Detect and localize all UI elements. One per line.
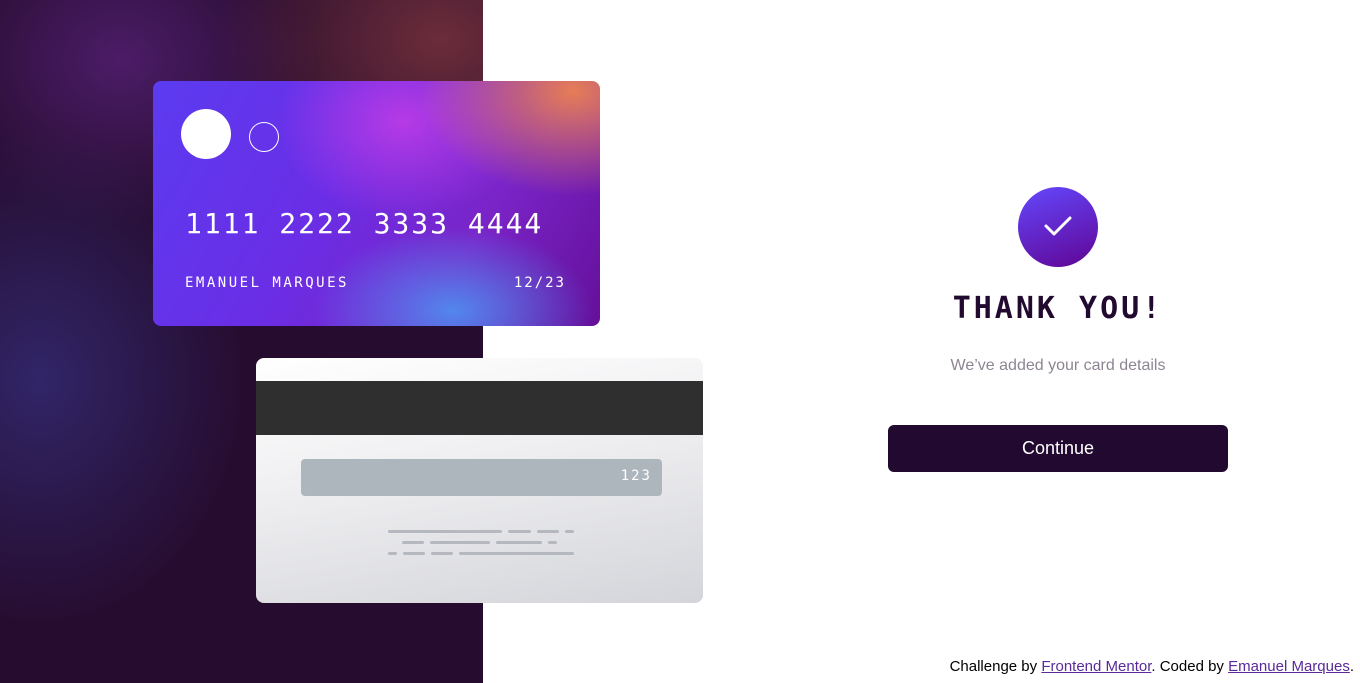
card-back-pattern	[388, 530, 578, 558]
signature-strip: 123	[301, 459, 662, 496]
card-front: 1111 2222 3333 4444 EMANUEL MARQUES 12/2…	[153, 81, 600, 326]
card-number: 1111 2222 3333 4444	[185, 207, 544, 240]
thank-you-heading: THANK YOU!	[952, 291, 1164, 326]
success-badge	[1018, 187, 1098, 267]
attribution-suffix: .	[1349, 658, 1354, 675]
card-back: 123	[256, 358, 703, 603]
card-expiry: 12/23	[513, 275, 566, 291]
continue-button[interactable]: Continue	[888, 425, 1228, 472]
card-cvc: 123	[620, 468, 652, 484]
attribution-middle: . Coded by	[1151, 658, 1229, 675]
attribution: Challenge by Frontend Mentor. Coded by E…	[950, 658, 1354, 675]
author-link[interactable]: Emanuel Marques	[1228, 658, 1350, 675]
thank-you-subtitle: We’ve added your card details	[950, 357, 1166, 374]
frontend-mentor-link[interactable]: Frontend Mentor	[1041, 658, 1151, 675]
cardholder-name: EMANUEL MARQUES	[185, 275, 349, 291]
card-logo-circle-outline	[249, 122, 279, 152]
card-logo-circle-filled	[181, 109, 231, 159]
attribution-prefix: Challenge by	[949, 658, 1042, 675]
check-icon	[1044, 216, 1072, 236]
magnetic-stripe	[256, 381, 703, 435]
